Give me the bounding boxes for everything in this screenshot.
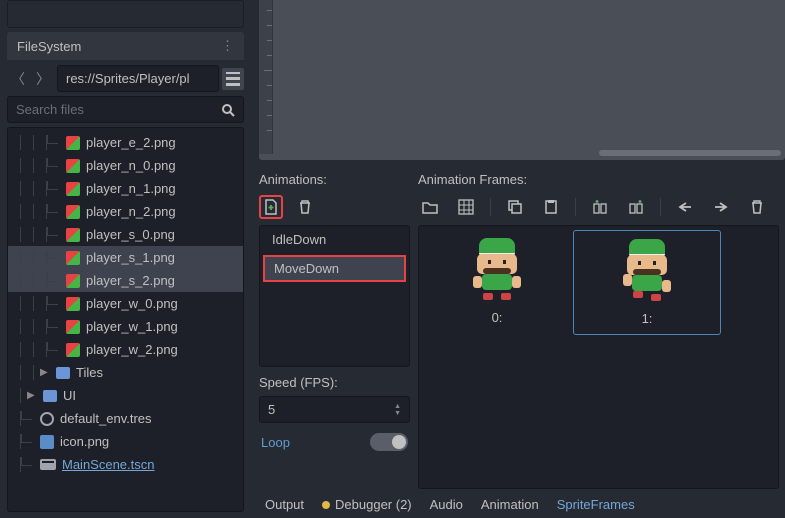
file-item[interactable]: player_n_2.png — [8, 200, 243, 223]
sprite-file-icon — [66, 343, 80, 357]
file-item[interactable]: player_s_1.png — [8, 246, 243, 269]
image-icon — [40, 435, 54, 449]
file-item[interactable]: MainScene.tscn — [8, 453, 243, 476]
path-input[interactable]: res://Sprites/Player/pl — [57, 65, 219, 92]
folder-item[interactable]: ▶ Tiles — [8, 361, 243, 384]
sprite-file-icon — [66, 136, 80, 150]
separator — [660, 198, 661, 216]
filesystem-header: FileSystem ⋮ — [7, 32, 244, 60]
animation-item[interactable]: IdleDown — [260, 226, 409, 253]
sprite-file-icon — [66, 320, 80, 334]
resource-icon — [40, 412, 54, 426]
scene-icon — [40, 459, 56, 470]
speed-input[interactable]: 5 ▲▼ — [259, 396, 410, 423]
filesystem-title: FileSystem — [17, 39, 81, 54]
frame-cell[interactable]: 1: — [573, 230, 721, 335]
nav-forward-icon[interactable]: 〉 — [32, 67, 54, 91]
file-item[interactable]: player_w_0.png — [8, 292, 243, 315]
loop-label: Loop — [261, 435, 290, 450]
file-item[interactable]: player_s_0.png — [8, 223, 243, 246]
viewport[interactable] — [259, 0, 785, 160]
file-item[interactable]: player_n_0.png — [8, 154, 243, 177]
collapse-icon[interactable]: ▶ — [40, 367, 50, 378]
delete-animation-button[interactable] — [293, 195, 317, 219]
tab-output[interactable]: Output — [265, 497, 304, 512]
copy-button[interactable] — [503, 195, 527, 219]
speed-spinner[interactable]: ▲▼ — [394, 403, 401, 417]
folder-icon — [43, 390, 57, 402]
sprite-file-icon — [66, 228, 80, 242]
move-left-button[interactable] — [673, 195, 697, 219]
search-input[interactable] — [16, 102, 221, 117]
sprite-file-icon — [66, 182, 80, 196]
tab-audio[interactable]: Audio — [430, 497, 463, 512]
folder-icon — [56, 367, 70, 379]
move-right-button[interactable] — [709, 195, 733, 219]
add-animation-button[interactable] — [259, 195, 283, 219]
frames-label: Animation Frames: — [418, 168, 779, 195]
warning-dot-icon — [322, 501, 330, 509]
animation-list[interactable]: IdleDown MoveDown — [259, 225, 410, 367]
load-folder-button[interactable] — [418, 195, 442, 219]
tab-debugger[interactable]: Debugger (2) — [322, 497, 412, 512]
file-item[interactable]: player_s_2.png — [8, 269, 243, 292]
frame-cell[interactable]: 0: — [423, 230, 571, 333]
tab-spriteframes[interactable]: SpriteFrames — [557, 497, 635, 512]
panel-menu-icon[interactable]: ⋮ — [221, 38, 234, 54]
ruler-vertical — [259, 0, 273, 154]
sprite-file-icon — [66, 159, 80, 173]
sprite-preview — [616, 239, 678, 301]
sprite-file-icon — [66, 297, 80, 311]
separator — [575, 198, 576, 216]
file-item[interactable]: default_env.tres — [8, 407, 243, 430]
frame-label: 0: — [492, 310, 503, 325]
frame-label: 1: — [642, 311, 653, 326]
view-mode-button[interactable] — [222, 68, 244, 90]
load-spritesheet-button[interactable] — [454, 195, 478, 219]
nav-back-icon[interactable]: 〈 — [7, 67, 29, 91]
sprite-file-icon — [66, 274, 80, 288]
file-item[interactable]: icon.png — [8, 430, 243, 453]
insert-before-button[interactable] — [588, 195, 612, 219]
sprite-file-icon — [66, 205, 80, 219]
file-item[interactable]: player_w_2.png — [8, 338, 243, 361]
file-item[interactable]: player_e_2.png — [8, 131, 243, 154]
tab-animation[interactable]: Animation — [481, 497, 539, 512]
folder-item[interactable]: ▶ UI — [8, 384, 243, 407]
speed-label: Speed (FPS): — [259, 367, 410, 396]
file-item[interactable]: player_w_1.png — [8, 315, 243, 338]
paste-button[interactable] — [539, 195, 563, 219]
search-icon[interactable] — [221, 103, 235, 117]
frames-grid[interactable]: 0: 1: — [418, 225, 779, 489]
loop-toggle[interactable] — [370, 433, 408, 451]
horizontal-scrollbar[interactable] — [599, 150, 781, 156]
animations-label: Animations: — [259, 168, 410, 195]
file-tree[interactable]: player_e_2.png player_n_0.png player_n_1… — [7, 127, 244, 512]
panel-placeholder — [7, 0, 244, 28]
delete-frame-button[interactable] — [745, 195, 769, 219]
sprite-file-icon — [66, 251, 80, 265]
separator — [490, 198, 491, 216]
bottom-tabs: Output Debugger (2) Audio Animation Spri… — [259, 489, 785, 518]
sprite-preview — [466, 238, 528, 300]
collapse-icon[interactable]: ▶ — [27, 390, 37, 401]
file-item[interactable]: player_n_1.png — [8, 177, 243, 200]
animation-item-editing[interactable]: MoveDown — [263, 255, 406, 282]
insert-after-button[interactable] — [624, 195, 648, 219]
